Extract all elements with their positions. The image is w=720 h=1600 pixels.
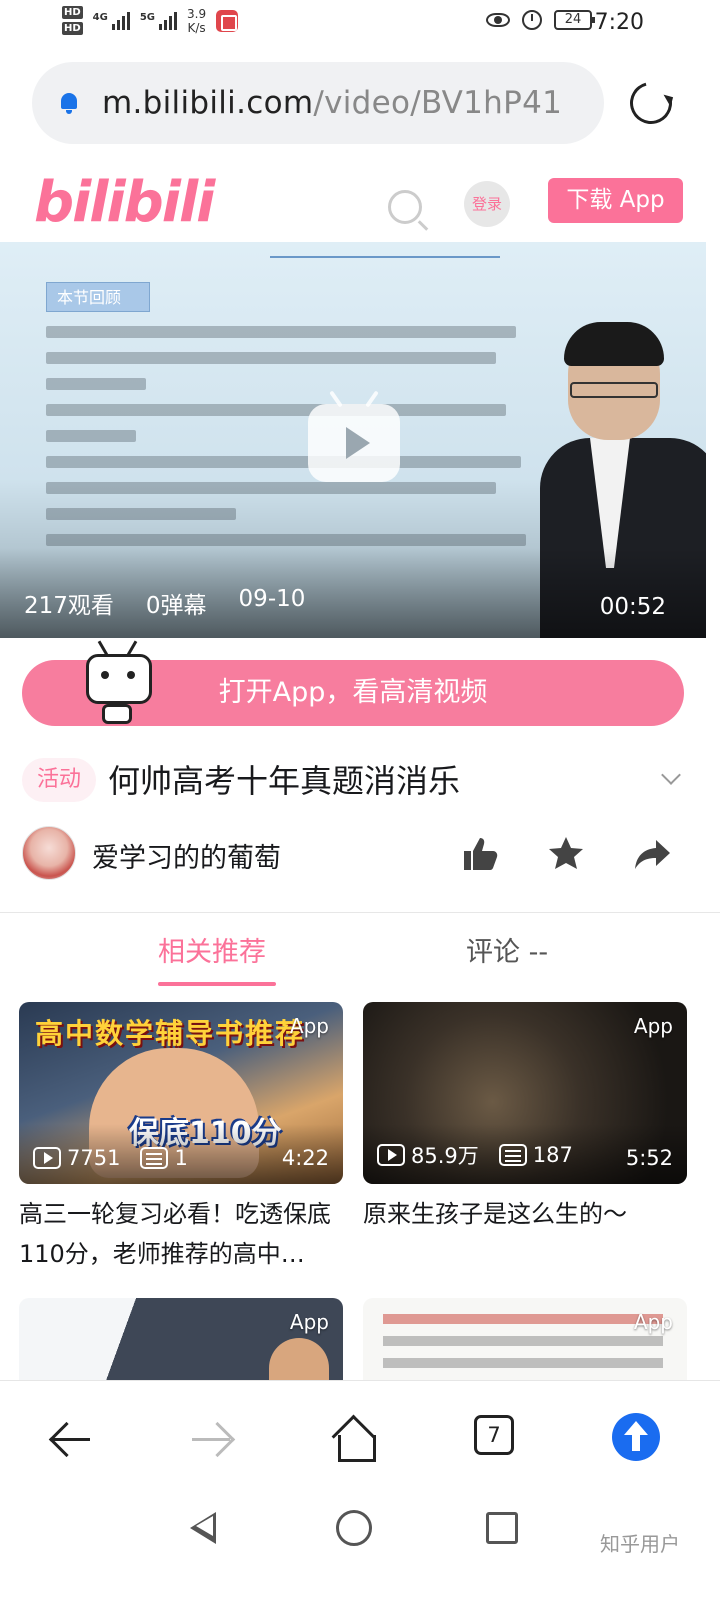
address-bar[interactable]: m.bilibili.com/video/BV1hP41	[32, 62, 604, 144]
chevron-down-icon[interactable]	[661, 765, 681, 785]
card-duration: 5:52	[625, 1146, 673, 1170]
browser-bottom-bar: 7	[0, 1380, 720, 1600]
alarm-icon	[522, 10, 542, 30]
system-recents-icon[interactable]	[486, 1512, 518, 1544]
slide-text-lines	[46, 326, 546, 560]
uploader-name[interactable]: 爱学习的的葡萄	[92, 836, 281, 875]
section-divider	[0, 912, 720, 913]
thumb-handwriting	[383, 1314, 663, 1324]
video-title: 何帅高考十年真题消消乐	[108, 762, 461, 800]
notification-app-icon	[216, 9, 239, 32]
network-type-2: 5G	[139, 11, 156, 23]
watermark: 知乎用户	[600, 1532, 680, 1556]
url-host: m.bilibili.com	[102, 85, 314, 121]
like-icon[interactable]	[460, 834, 500, 874]
signal-icon-1: 4G	[92, 11, 130, 30]
app-badge: App	[633, 1014, 673, 1038]
danmaku-icon	[498, 1144, 527, 1166]
recommend-card[interactable]: 高中数学辅导书推荐 保底110分 App 7751 1 4:22 高三一轮复习必…	[19, 1002, 343, 1274]
network-type-1: 4G	[92, 11, 108, 23]
play-button-icon[interactable]	[308, 404, 400, 482]
search-icon[interactable]	[388, 190, 422, 224]
upload-date: 09-10	[238, 586, 306, 612]
status-bar: HD HD 4G 5G 3.9 K/s 24 7:20	[0, 0, 720, 52]
system-back-icon[interactable]	[186, 1510, 222, 1546]
favorite-star-icon[interactable]	[546, 834, 586, 874]
card-stats: 85.9万 187	[377, 1140, 573, 1170]
eye-comfort-icon	[486, 13, 510, 27]
card-title[interactable]: 高三一轮复习必看！吃透保底110分，老师推荐的高中…	[19, 1194, 343, 1274]
share-icon[interactable]	[632, 834, 672, 874]
reload-icon[interactable]	[622, 74, 680, 132]
play-count-icon	[377, 1144, 405, 1166]
url-text[interactable]: m.bilibili.com/video/BV1hP41	[102, 85, 562, 121]
card-duration: 4:22	[281, 1146, 329, 1170]
hd-badge-2: HD	[62, 22, 83, 35]
login-button[interactable]: 登录	[464, 181, 510, 227]
download-app-button[interactable]: 下载 App	[548, 178, 683, 223]
tab-comments[interactable]: 评论 --	[466, 930, 548, 969]
play-count-icon	[33, 1147, 61, 1169]
danmaku-count: 0弹幕	[145, 593, 207, 619]
system-home-icon[interactable]	[336, 1510, 372, 1546]
danmaku-count: 1	[174, 1146, 188, 1170]
play-count: 85.9万	[411, 1144, 479, 1168]
bilibili-logo[interactable]: bilibili	[34, 170, 215, 235]
status-left: HD HD 4G 5G 3.9 K/s	[62, 6, 239, 35]
danmaku-icon	[140, 1147, 169, 1169]
activity-tag[interactable]: 活动	[22, 758, 96, 802]
view-count: 217观看	[24, 593, 114, 619]
battery-icon: 24	[554, 10, 595, 30]
video-player[interactable]: 本节回顾 217观看 0弹幕 09-10 00:52	[0, 242, 706, 638]
active-tab-indicator	[158, 982, 276, 986]
scroll-top-icon[interactable]	[612, 1413, 660, 1461]
play-count: 7751	[67, 1146, 121, 1170]
forward-arrow-icon[interactable]	[190, 1417, 234, 1461]
back-arrow-icon[interactable]	[50, 1417, 94, 1461]
signal-icon-2: 5G	[139, 11, 178, 30]
app-badge: App	[289, 1014, 329, 1038]
recommend-card[interactable]: App 85.9万 187 5:52 原来生孩子是这么生的～	[363, 1002, 687, 1274]
uploader-avatar[interactable]	[22, 826, 76, 880]
slide-decoration	[270, 256, 500, 258]
video-thumbnail[interactable]: 高中数学辅导书推荐 保底110分 App 7751 1 4:22	[19, 1002, 343, 1184]
speed-unit: K/s	[187, 20, 206, 35]
video-thumbnail[interactable]: App 85.9万 187 5:52	[363, 1002, 687, 1184]
app-badge: App	[289, 1310, 329, 1334]
video-meta: 217观看 0弹幕 09-10	[24, 586, 305, 620]
tv-mascot-icon	[80, 640, 158, 726]
thumb-banner-text: 高中数学辅导书推荐	[35, 1017, 306, 1050]
card-title[interactable]: 原来生孩子是这么生的～	[363, 1194, 687, 1274]
danmaku-count: 187	[532, 1143, 573, 1167]
speed-value: 3.9	[187, 6, 207, 21]
home-icon[interactable]	[332, 1417, 376, 1462]
status-right: 24	[486, 10, 595, 30]
bell-icon[interactable]	[58, 92, 80, 114]
url-path: /video/BV1hP41	[313, 85, 563, 121]
clock: 7:20	[594, 10, 644, 35]
video-duration: 00:52	[599, 594, 666, 620]
tabs-count-button[interactable]: 7	[474, 1415, 514, 1455]
card-stats: 7751 1	[33, 1146, 188, 1170]
app-badge: App	[633, 1310, 673, 1334]
slide-title: 本节回顾	[46, 282, 150, 312]
hd-indicators: HD HD	[62, 6, 83, 35]
hd-badge-1: HD	[62, 6, 83, 19]
network-speed: 3.9 K/s	[187, 7, 206, 35]
tab-related[interactable]: 相关推荐	[158, 930, 266, 969]
